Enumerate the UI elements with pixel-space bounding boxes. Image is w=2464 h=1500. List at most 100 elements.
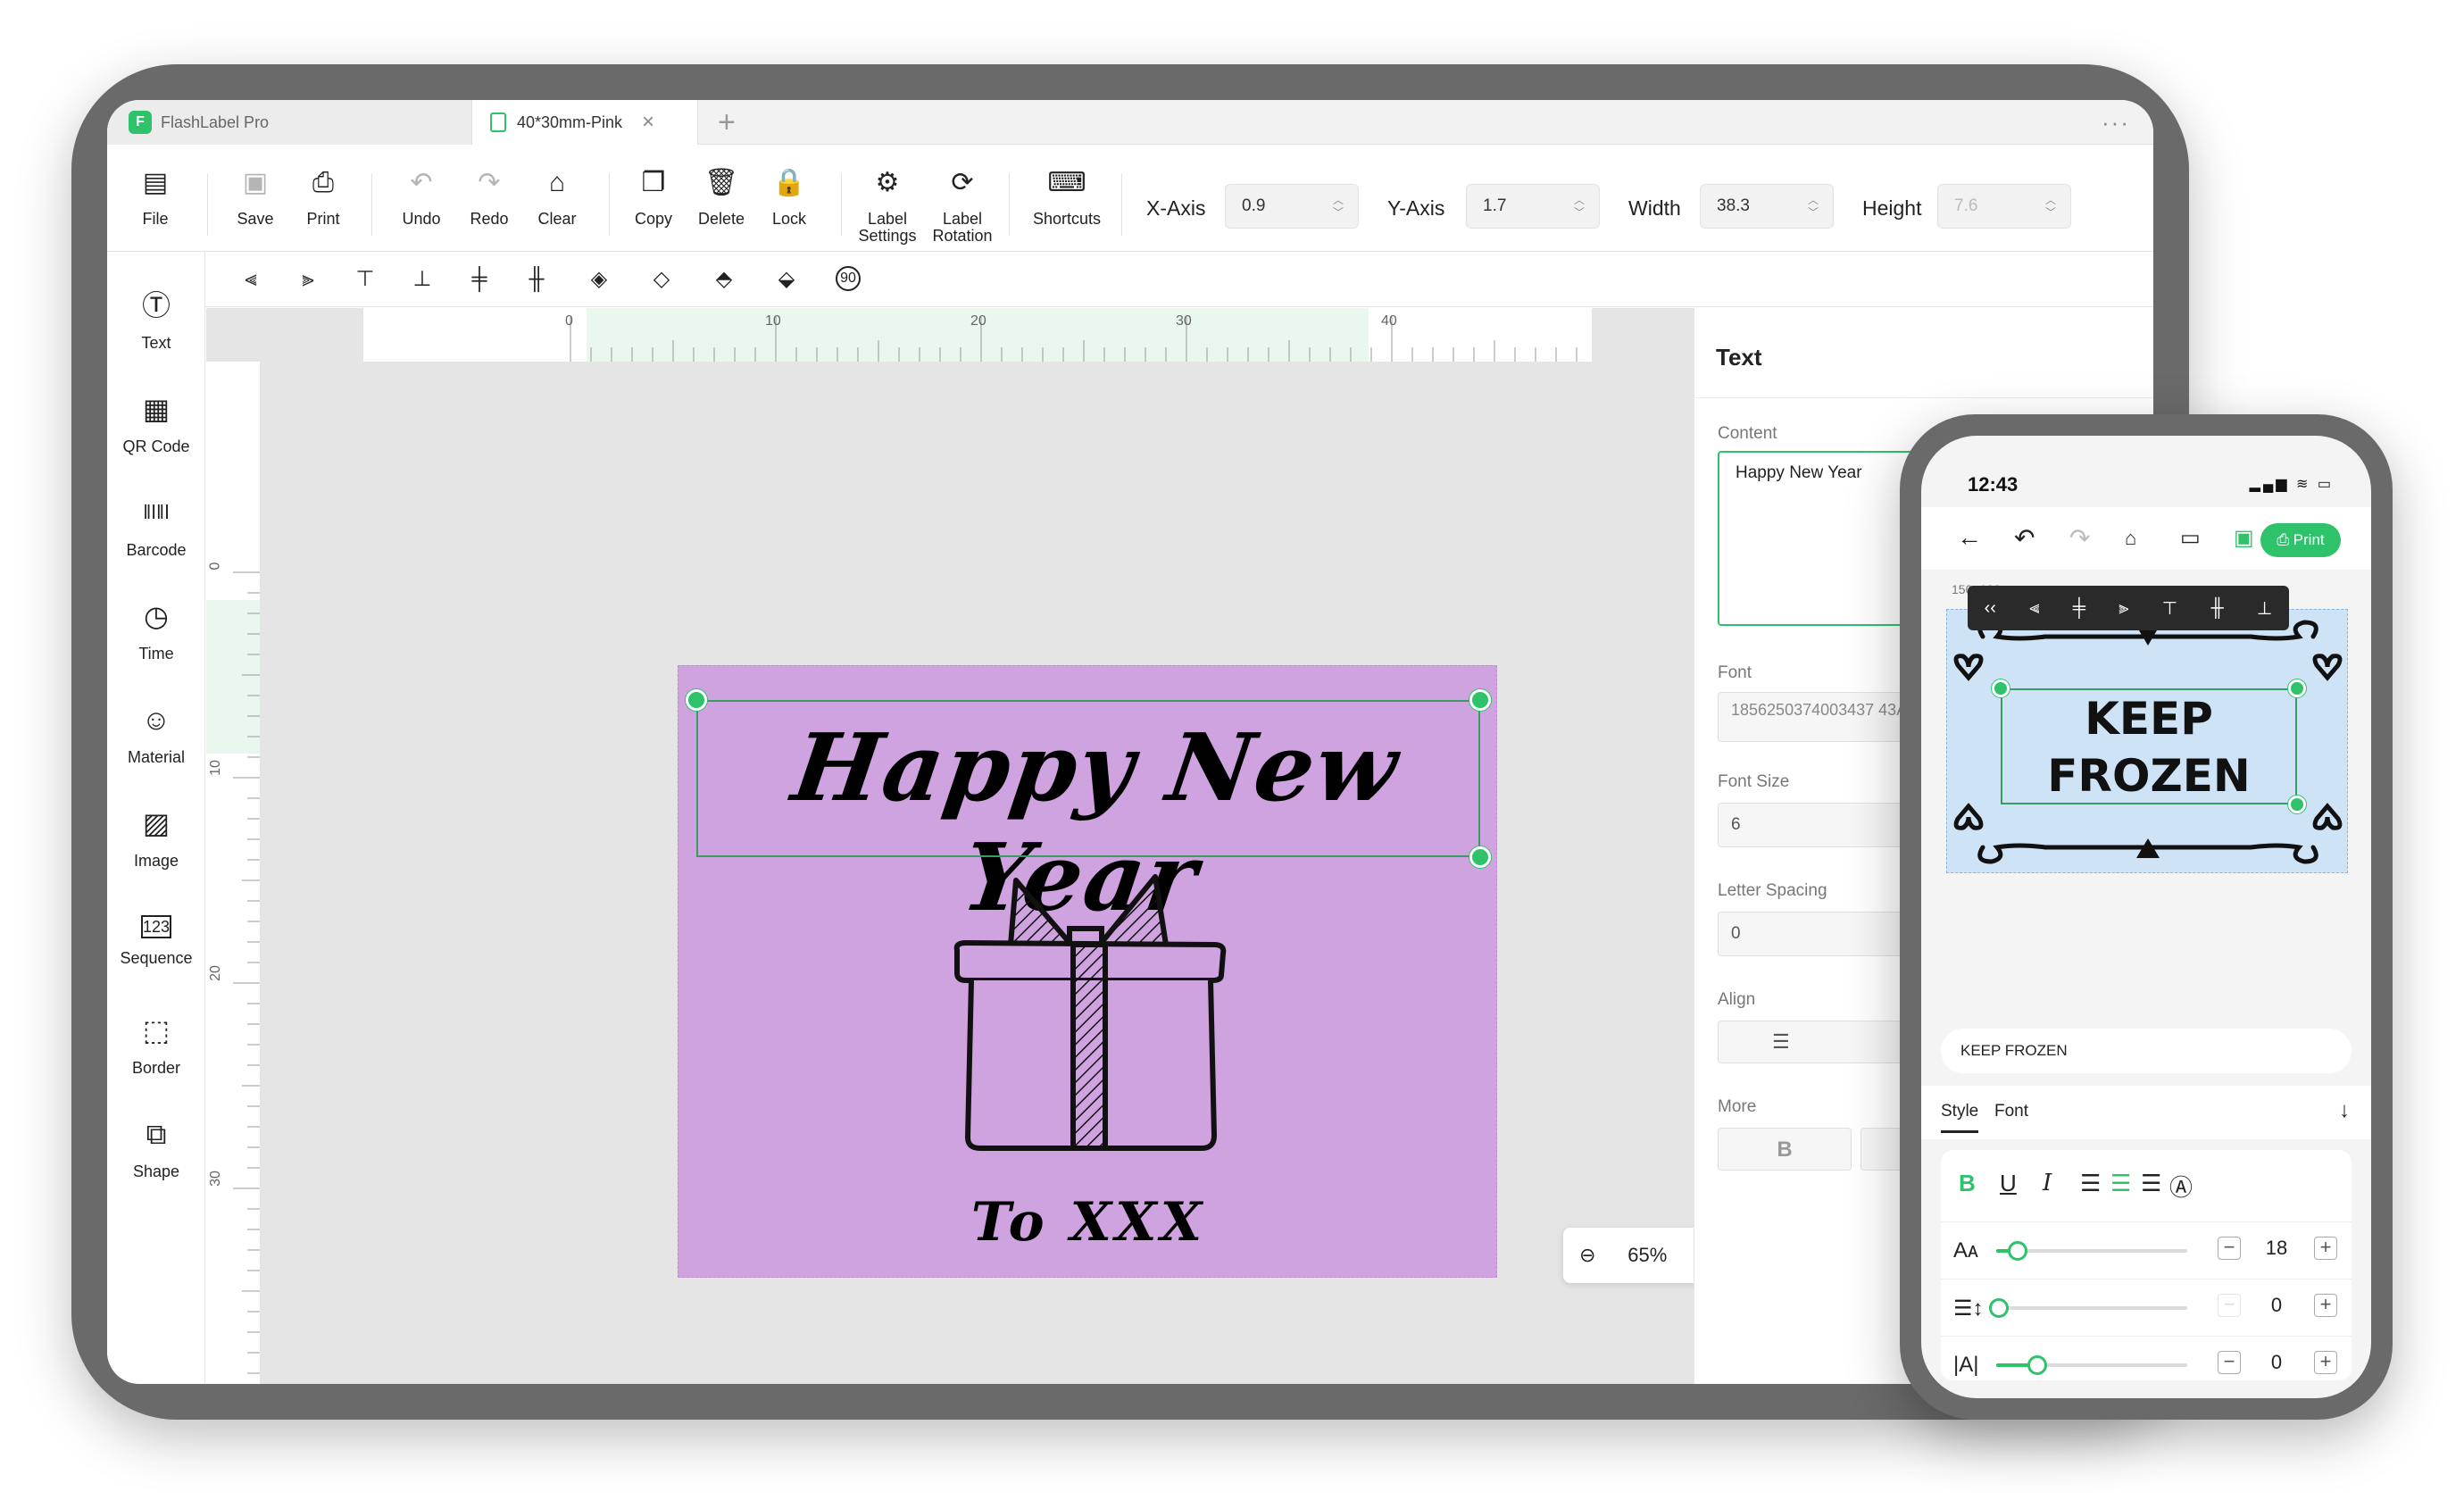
sidebar-item-sequence[interactable]: 123 Sequence [107, 909, 205, 968]
file-button[interactable]: ▤ File [118, 166, 193, 228]
align-top-icon[interactable]: ⊤ [2162, 597, 2177, 620]
label-text[interactable]: KEEP FROZEN [2001, 690, 2297, 804]
italic-button[interactable]: I [2043, 1170, 2052, 1196]
stepper-arrows-icon[interactable]: ︿ ﹀ [1808, 194, 1819, 219]
align-center-horizontal-icon[interactable]: ╪ [466, 266, 493, 293]
sidebar-item-border[interactable]: ⬚ Border [107, 1012, 205, 1078]
print-button[interactable]: ⎙ Print [286, 166, 361, 228]
align-center-icon[interactable]: ╪ [2073, 598, 2085, 619]
underline-button[interactable]: U [2000, 1170, 2017, 1197]
align-bottom-icon[interactable]: ⊥ [409, 266, 436, 293]
line-spacing-slider[interactable] [1989, 1298, 2187, 1318]
decrease-line-spacing-button[interactable]: − [2218, 1294, 2241, 1317]
print-button[interactable]: ⎙ Print [2260, 523, 2341, 557]
redo-icon[interactable]: ↷ [2069, 523, 2090, 553]
canvas-area[interactable]: 0 10 20 30 40 0 10 20 30 Happy New Year … [206, 308, 1777, 1384]
bold-button[interactable]: B [1718, 1128, 1852, 1171]
font-size-slider[interactable] [1996, 1241, 2187, 1261]
label-settings-button[interactable]: ⚙ Label Settings [850, 166, 925, 245]
stepper-arrows-icon[interactable]: ︿ ﹀ [1574, 194, 1585, 219]
label-footer-text[interactable]: To XXX [678, 1191, 1498, 1254]
keyboard-icon: ⌨ [1047, 168, 1086, 197]
decrease-letter-spacing-button[interactable]: − [2218, 1351, 2241, 1374]
save-icon[interactable]: ▣ [2234, 525, 2254, 551]
decrease-font-size-button[interactable]: − [2218, 1237, 2241, 1260]
document-tab[interactable]: 40*30mm-Pink × [471, 100, 698, 145]
letter-spacing-slider[interactable] [1996, 1355, 2187, 1375]
clear-button[interactable]: ⌂ Clear [520, 166, 595, 228]
increase-line-spacing-button[interactable]: + [2314, 1294, 2337, 1317]
label-rotation-button[interactable]: ⟳ Label Rotation [925, 166, 1000, 245]
align-middle-icon[interactable]: ╫ [2210, 598, 2223, 619]
label-canvas[interactable]: Happy New Year To XXX [678, 665, 1497, 1278]
more-options-icon[interactable]: ··· [2102, 109, 2130, 137]
slider-knob[interactable] [2008, 1241, 2028, 1261]
redo-button[interactable]: ↷ Redo [452, 166, 527, 228]
sidebar-item-shape[interactable]: ⧉ Shape [107, 1116, 205, 1181]
save-button[interactable]: ▣ Save [218, 166, 293, 228]
slider-knob[interactable] [2027, 1355, 2047, 1375]
collapse-panel-icon[interactable]: ↓ [2339, 1098, 2350, 1123]
text-style-icon[interactable]: Ⓐ [2169, 1170, 2193, 1203]
delete-button[interactable]: 🗑 Delete [684, 166, 759, 228]
align-right-icon[interactable]: ⫸ [2119, 598, 2128, 619]
send-backward-icon[interactable]: ⬙ [773, 266, 800, 293]
align-center-vertical-icon[interactable]: ╫ [523, 266, 550, 293]
clear-icon[interactable]: ⌂ [2125, 527, 2136, 550]
zoom-out-icon[interactable]: ⊖ [1579, 1244, 1595, 1267]
align-left-icon[interactable]: ⫷ [237, 266, 264, 293]
gift-box-image[interactable] [946, 870, 1232, 1173]
collapse-icon[interactable]: ‹‹ [1985, 598, 1996, 619]
copy-button[interactable]: ❐ Copy [616, 166, 691, 228]
app-tab[interactable]: F FlashLabel Pro [107, 100, 471, 145]
lock-button[interactable]: 🔒 Lock [752, 166, 827, 228]
width-input[interactable]: 38.3 ︿ ﹀ [1700, 184, 1834, 229]
increase-font-size-button[interactable]: + [2314, 1237, 2337, 1260]
resize-handle[interactable] [1469, 846, 1491, 868]
stepper-arrows-icon[interactable]: ︿ ﹀ [1333, 194, 1344, 219]
resize-handle[interactable] [686, 689, 707, 711]
new-tab-icon[interactable]: + [718, 105, 736, 140]
sidebar-item-material[interactable]: ☺ Material [107, 702, 205, 767]
letter-spacing-label: Letter Spacing [1718, 881, 1827, 900]
align-left-button[interactable]: ☰ [2080, 1170, 2101, 1197]
back-arrow-icon[interactable]: ← [1957, 523, 1982, 552]
rotate-handle[interactable] [1469, 689, 1491, 711]
sidebar-item-text[interactable]: Ⓣ Text [107, 288, 205, 353]
resize-handle[interactable] [2288, 796, 2306, 813]
tab-style[interactable]: Style [1941, 1102, 1979, 1133]
align-right-icon[interactable]: ⫸ [295, 266, 321, 293]
tab-font[interactable]: Font [1994, 1102, 2028, 1121]
delete-icon[interactable]: ▭ [2180, 525, 2201, 551]
rotate-90-icon[interactable]: 90 [836, 266, 861, 291]
text-content-input[interactable]: KEEP FROZEN [1941, 1029, 2352, 1073]
align-top-icon[interactable]: ⊤ [352, 266, 379, 293]
increase-letter-spacing-button[interactable]: + [2314, 1351, 2337, 1374]
print-label: Print [2293, 531, 2325, 548]
align-left-icon[interactable]: ⫷ [2029, 598, 2039, 619]
undo-button[interactable]: ↶ Undo [384, 166, 459, 228]
sidebar-item-qr-code[interactable]: ▦ QR Code [107, 391, 205, 456]
close-tab-icon[interactable]: × [642, 110, 654, 135]
sidebar-item-time[interactable]: ◷ Time [107, 598, 205, 663]
sidebar-item-barcode[interactable]: ǁǀǁǀ Barcode [107, 495, 205, 560]
stepper-arrows-icon[interactable]: ︿ ﹀ [2045, 194, 2056, 219]
shortcuts-button[interactable]: ⌨ Shortcuts [1023, 166, 1111, 228]
align-right-button[interactable]: ☰ [2141, 1170, 2161, 1197]
undo-icon[interactable]: ↶ [2014, 523, 2035, 553]
send-to-back-icon[interactable]: ◇ [648, 266, 675, 293]
text-selection-box[interactable] [696, 700, 1480, 857]
slider-knob[interactable] [1989, 1298, 2009, 1318]
rotate-handle[interactable] [2288, 679, 2306, 697]
height-input[interactable]: 7.6 ︿ ﹀ [1937, 184, 2071, 229]
resize-handle[interactable] [1992, 679, 2010, 697]
mobile-label-canvas[interactable]: KEEP FROZEN [1946, 609, 2348, 873]
sidebar-item-image[interactable]: ▨ Image [107, 805, 205, 871]
y-axis-input[interactable]: 1.7 ︿ ﹀ [1466, 184, 1600, 229]
bold-button[interactable]: B [1959, 1170, 1976, 1197]
align-bottom-icon[interactable]: ⊥ [2257, 597, 2272, 620]
x-axis-input[interactable]: 0.9 ︿ ﹀ [1225, 184, 1359, 229]
align-center-button[interactable]: ☰ [2110, 1170, 2131, 1197]
bring-forward-icon[interactable]: ⬘ [711, 266, 737, 293]
bring-to-front-icon[interactable]: ◈ [586, 266, 612, 293]
